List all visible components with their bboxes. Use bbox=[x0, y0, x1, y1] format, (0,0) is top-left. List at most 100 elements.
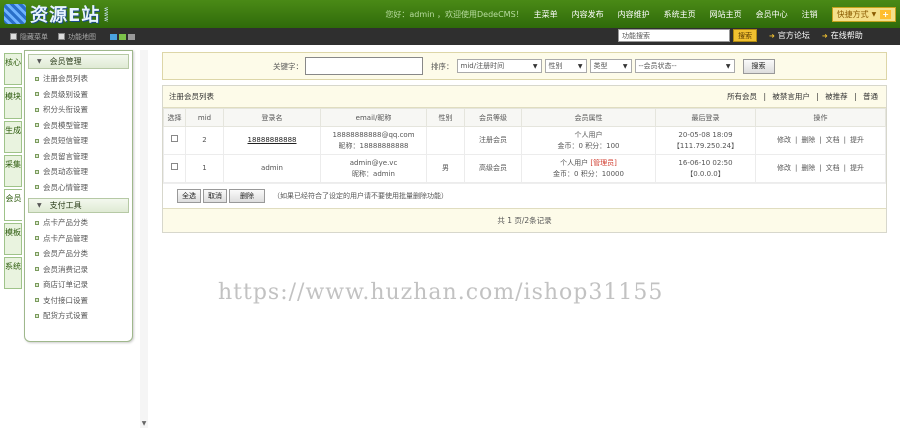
type-select[interactable]: 类型 ▼ bbox=[589, 59, 632, 73]
nav-logout[interactable]: 注销 bbox=[802, 9, 818, 20]
delete-button[interactable]: 删除 bbox=[229, 189, 265, 203]
nav-content-maintain[interactable]: 内容维护 bbox=[618, 9, 650, 20]
nav-main-menu[interactable]: 主菜单 bbox=[534, 9, 558, 20]
tab-core[interactable]: 核心 bbox=[4, 53, 22, 85]
theme-color-gray[interactable] bbox=[128, 33, 135, 40]
delete-link[interactable]: 删除 bbox=[801, 164, 815, 172]
sidebar-item[interactable]: 会员模型管理 bbox=[25, 118, 132, 134]
function-search-button[interactable]: 搜索 bbox=[733, 29, 757, 42]
hide-menu-toggle[interactable]: 隐藏菜单 bbox=[10, 32, 48, 42]
sidebar-item[interactable]: 会员消费记录 bbox=[25, 262, 132, 278]
sidebar-item-label: 支付接口设置 bbox=[43, 295, 88, 305]
delete-link[interactable]: 删除 bbox=[801, 136, 815, 144]
tab-collect[interactable]: 采集 bbox=[4, 155, 22, 187]
sidebar-item-label: 会员动态管理 bbox=[43, 167, 88, 177]
bullet-icon bbox=[35, 154, 39, 159]
sort-value: mid/注册时间 bbox=[460, 62, 505, 70]
login-name[interactable]: admin bbox=[261, 164, 283, 172]
table-row: 1 admin admin@ye.vc 昵称：admin 男高级会员 个人用户 [管理员]… bbox=[163, 154, 886, 183]
status-select[interactable]: --会员状态-- ▼ bbox=[634, 59, 735, 73]
theme-color-green[interactable] bbox=[119, 33, 126, 40]
site-logo[interactable]: 资源E站 www bbox=[4, 3, 109, 26]
sidebar-item[interactable]: 支付接口设置 bbox=[25, 293, 132, 309]
collapse-triangle-icon: ▼ bbox=[37, 202, 42, 209]
last-login-time: 20-05-08 18:09 bbox=[678, 130, 733, 139]
sidebar-item-label: 会员心情管理 bbox=[43, 182, 88, 192]
official-forum-link[interactable]: ➜ 官方论坛 bbox=[769, 30, 810, 41]
points-text: 金币：0 积分：10000 bbox=[553, 169, 624, 178]
documents-link[interactable]: 文档 bbox=[826, 136, 840, 144]
section-member-management[interactable]: ▼ 会员管理 bbox=[28, 54, 129, 69]
sidebar-item-label: 会员消费记录 bbox=[43, 264, 88, 274]
keyword-input[interactable] bbox=[305, 57, 423, 75]
sidebar-item[interactable]: 会员心情管理 bbox=[25, 180, 132, 196]
nav-site-home[interactable]: 网站主页 bbox=[710, 9, 742, 20]
sidebar-item[interactable]: 注册会员列表 bbox=[25, 71, 132, 87]
sidebar-item[interactable]: 会员动态管理 bbox=[25, 164, 132, 180]
online-help-link[interactable]: ➜ 在线帮助 bbox=[822, 30, 863, 41]
nav-content-publish[interactable]: 内容发布 bbox=[572, 9, 604, 20]
tab-template[interactable]: 模板 bbox=[4, 223, 22, 255]
email-cell: 18888888888@qq.com 昵称：18888888888 bbox=[320, 126, 427, 155]
select-all-button[interactable]: 全选 bbox=[177, 189, 201, 203]
hide-menu-label: 隐藏菜单 bbox=[20, 32, 48, 41]
type-value: 类型 bbox=[593, 62, 608, 70]
promote-link[interactable]: 提升 bbox=[850, 136, 864, 144]
tab-all-members[interactable]: 所有会员 bbox=[727, 92, 757, 101]
tab-modules[interactable]: 模块 bbox=[4, 87, 22, 119]
bullet-icon bbox=[35, 185, 39, 190]
tab-generate[interactable]: 生成 bbox=[4, 121, 22, 153]
actions-cell: 修改 | 删除 | 文档 | 提升 bbox=[755, 154, 886, 183]
function-map-link[interactable]: 功能地图 bbox=[58, 32, 96, 42]
bullet-icon bbox=[35, 107, 39, 112]
function-search: 功能搜索 搜索 ➜ 官方论坛 ➜ 在线帮助 bbox=[618, 29, 863, 42]
promote-link[interactable]: 提升 bbox=[850, 164, 864, 172]
tab-system[interactable]: 系统 bbox=[4, 257, 22, 289]
sidebar-scrollbar[interactable]: ▼ bbox=[140, 50, 148, 428]
documents-link[interactable]: 文档 bbox=[826, 164, 840, 172]
tab-recommended[interactable]: 被推荐 bbox=[825, 92, 848, 101]
member-list-panel: 注册会员列表 所有会员 | 被禁言用户 | 被推荐 | 普通 选择 mid 登录… bbox=[162, 85, 887, 233]
sidebar-item[interactable]: 配货方式设置 bbox=[25, 308, 132, 324]
sidebar-item[interactable]: 会员级别设置 bbox=[25, 87, 132, 103]
sidebar-item[interactable]: 商店订单记录 bbox=[25, 277, 132, 293]
sort-select[interactable]: mid/注册时间 ▼ bbox=[456, 59, 542, 73]
sidebar-item[interactable]: 点卡产品分类 bbox=[25, 215, 132, 231]
last-login-cell: 20-05-08 18:09 【111.79.250.24】 bbox=[655, 126, 756, 155]
sidebar-item-label: 会员留言管理 bbox=[43, 151, 88, 161]
col-gender: 性别 bbox=[426, 108, 465, 127]
section-payment-tools[interactable]: ▼ 支付工具 bbox=[28, 198, 129, 213]
function-map-label: 功能地图 bbox=[68, 32, 96, 41]
scroll-down-icon[interactable]: ▼ bbox=[140, 420, 148, 428]
quick-add-icon[interactable]: + bbox=[880, 9, 891, 19]
left-module-tabs: 核心 模块 生成 采集 会员 模板 系统 bbox=[4, 53, 22, 291]
theme-color-blue[interactable] bbox=[110, 33, 117, 40]
gender-select[interactable]: 性别 ▼ bbox=[544, 59, 587, 73]
sidebar-item[interactable]: 会员短信管理 bbox=[25, 133, 132, 149]
filter-search-button[interactable]: 搜索 bbox=[742, 58, 775, 74]
edit-link[interactable]: 修改 bbox=[777, 136, 791, 144]
sidebar-item[interactable]: 点卡产品管理 bbox=[25, 231, 132, 247]
nav-member-center[interactable]: 会员中心 bbox=[756, 9, 788, 20]
nickname-text: 昵称：admin bbox=[352, 169, 395, 178]
chevron-down-icon: ▼ bbox=[532, 62, 538, 70]
deselect-button[interactable]: 取消 bbox=[203, 189, 227, 203]
tab-normal[interactable]: 普通 bbox=[863, 92, 878, 101]
row-checkbox[interactable] bbox=[171, 163, 178, 170]
sidebar-item-label: 会员短信管理 bbox=[43, 136, 88, 146]
sidebar-item[interactable]: 会员留言管理 bbox=[25, 149, 132, 165]
function-search-input[interactable]: 功能搜索 bbox=[618, 29, 730, 42]
mid-cell: 2 bbox=[185, 126, 224, 155]
chevron-down-icon: ▼ bbox=[871, 10, 877, 18]
tab-member[interactable]: 会员 bbox=[4, 189, 22, 221]
quick-menu-button[interactable]: 快捷方式 ▼ + bbox=[831, 6, 896, 22]
row-checkbox[interactable] bbox=[171, 135, 178, 142]
nav-system-home[interactable]: 系统主页 bbox=[664, 9, 696, 20]
tab-banned-members[interactable]: 被禁言用户 bbox=[772, 92, 810, 101]
row-checkbox-cell bbox=[163, 154, 186, 183]
edit-link[interactable]: 修改 bbox=[777, 164, 791, 172]
sidebar-item[interactable]: 会员产品分类 bbox=[25, 246, 132, 262]
sidebar-item[interactable]: 积分头衔设置 bbox=[25, 102, 132, 118]
login-name[interactable]: 18888888888 bbox=[248, 136, 297, 144]
sidebar-menu: ▼ 会员管理 注册会员列表 会员级别设置 积分头衔设置 会员模型管理会员短信管理 会员留… bbox=[24, 50, 133, 342]
